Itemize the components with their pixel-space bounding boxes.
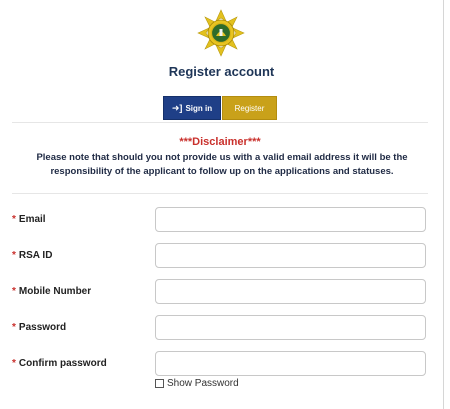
password-label-text: Password: [18, 322, 67, 333]
divider: [12, 193, 428, 194]
show-password-checkbox[interactable]: [155, 379, 164, 388]
sign-in-arrow-icon: ➜]: [171, 102, 183, 113]
rsa-id-field[interactable]: [155, 243, 426, 268]
mobile-number-label: * Mobile Number: [12, 286, 91, 297]
required-marker: *: [12, 358, 16, 369]
tab-register-label: Register: [234, 103, 265, 113]
tab-sign-in-label: Sign in: [185, 103, 213, 113]
required-marker: *: [12, 214, 16, 225]
required-marker: *: [12, 250, 16, 261]
auth-tabs: ➜] Sign in Register: [163, 96, 277, 120]
email-label: * Email: [12, 214, 46, 225]
disclaimer-text: Please note that should you not provide …: [36, 152, 408, 177]
mobile-number-label-text: Mobile Number: [18, 286, 92, 297]
show-password-toggle[interactable]: Show Password: [155, 378, 239, 389]
password-field[interactable]: [155, 315, 426, 340]
rsa-id-label-text: RSA ID: [18, 250, 53, 261]
required-marker: *: [12, 322, 16, 333]
coat-of-arms-badge-icon: [197, 9, 245, 57]
page-title: Register account: [168, 64, 275, 79]
password-label: * Password: [12, 322, 66, 333]
divider: [12, 122, 428, 123]
email-field[interactable]: [155, 207, 426, 232]
disclaimer-title: ***Disclaimer***: [179, 136, 261, 148]
tab-register[interactable]: Register: [222, 96, 277, 120]
page-right-border: [443, 0, 444, 409]
tab-sign-in[interactable]: ➜] Sign in: [163, 96, 221, 120]
required-marker: *: [12, 286, 16, 297]
confirm-password-label-text: Confirm password: [18, 358, 107, 369]
confirm-password-field[interactable]: [155, 351, 426, 376]
confirm-password-label: * Confirm password: [12, 358, 107, 369]
rsa-id-label: * RSA ID: [12, 250, 52, 261]
email-label-text: Email: [18, 214, 46, 225]
show-password-label: Show Password: [167, 378, 239, 389]
mobile-number-field[interactable]: [155, 279, 426, 304]
